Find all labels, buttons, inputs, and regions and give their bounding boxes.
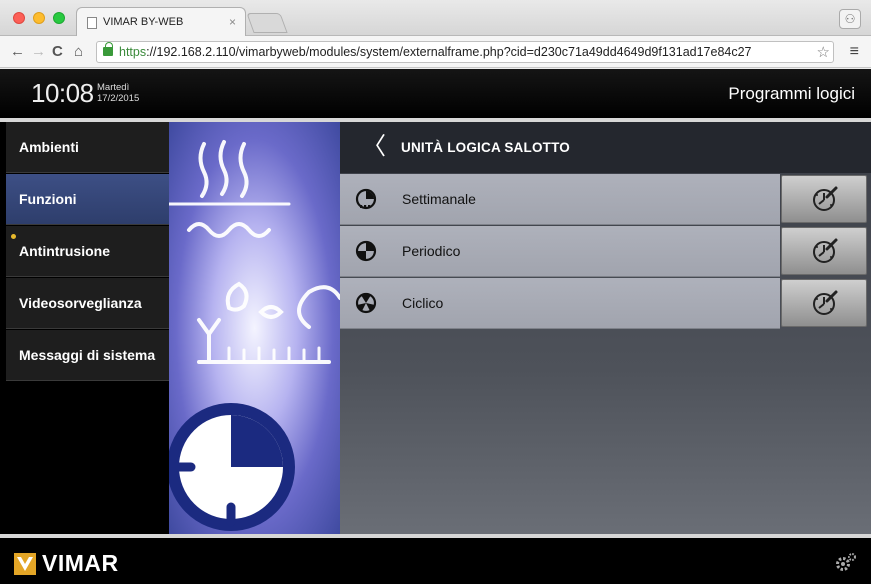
main-panel: 〈 UNITÀ LOGICA SALOTTO Settimanale Perio… <box>340 122 871 534</box>
page-doc-icon <box>87 17 97 29</box>
section-title: UNITÀ LOGICA SALOTTO <box>401 140 570 155</box>
weekly-program-icon <box>355 188 377 210</box>
sprinkler-arc <box>297 285 340 329</box>
sidebar-item-antintrusione[interactable]: Antintrusione <box>6 226 169 277</box>
sprout-stem <box>197 318 221 362</box>
water-drop <box>225 281 249 312</box>
sidebar-item-videosorveglianza[interactable]: Videosorveglianza <box>6 278 169 329</box>
footer: VIMAR <box>0 538 871 584</box>
browser-toolbar: ← → C ⌂ https://192.168.2.110/vimarbyweb… <box>0 36 871 68</box>
url-scheme: https <box>119 45 147 59</box>
heat-wave-1 <box>198 142 209 198</box>
forward-arrow-icon[interactable]: → <box>31 43 46 61</box>
list-item-label: Settimanale <box>402 191 476 207</box>
browser-tab[interactable]: VIMAR BY-WEB × <box>76 7 246 37</box>
clock-date: 17/2/2015 <box>97 93 140 104</box>
main-header: 〈 UNITÀ LOGICA SALOTTO <box>340 122 871 173</box>
edit-program-button[interactable] <box>781 175 867 223</box>
clock-edit-icon <box>813 186 838 211</box>
list-item-label: Periodico <box>402 243 461 259</box>
alert-dot-icon <box>11 234 16 239</box>
clock-illustration <box>169 403 295 531</box>
tab-title: VIMAR BY-WEB <box>103 16 184 28</box>
list-item-body[interactable]: Settimanale <box>340 174 780 225</box>
app-header: 10:08 Martedì 17/2/2015 Programmi logici <box>0 69 871 118</box>
heat-wave-2 <box>218 140 229 196</box>
tab-close-icon[interactable]: × <box>229 15 236 29</box>
list-item-ciclico[interactable]: Ciclico <box>340 278 871 329</box>
grass-ticks <box>227 346 321 364</box>
periodic-program-icon <box>355 240 377 262</box>
sidebar-item-funzioni[interactable]: Funzioni <box>6 174 169 225</box>
sidebar-item-messaggi[interactable]: Messaggi di sistema <box>6 330 169 381</box>
back-arrow-icon[interactable]: ← <box>10 43 25 61</box>
vimar-logo-icon <box>14 553 36 575</box>
bookmark-star-icon[interactable]: ☆ <box>817 43 830 61</box>
edit-program-button[interactable] <box>781 279 867 327</box>
list-item-body[interactable]: Ciclico <box>340 278 780 329</box>
address-bar[interactable]: https://192.168.2.110/vimarbyweb/modules… <box>96 41 834 63</box>
list-item-label: Ciclico <box>402 295 444 311</box>
new-tab-button[interactable] <box>246 13 288 33</box>
window-minimize-button[interactable] <box>33 12 45 24</box>
clock-day: Martedì <box>97 82 130 93</box>
clock-edit-icon <box>813 290 838 315</box>
sidebar-item-label: Antintrusione <box>19 243 110 259</box>
sidebar-item-label: Videosorveglianza <box>19 295 142 311</box>
water-wave <box>187 222 271 238</box>
window-zoom-button[interactable] <box>53 12 65 24</box>
leaf-shape <box>258 305 284 319</box>
sidebar: Ambienti Funzioni Antintrusione Videosor… <box>6 122 169 534</box>
list-item-body[interactable]: Periodico <box>340 226 780 277</box>
list-item-settimanale[interactable]: Settimanale <box>340 174 871 225</box>
cyclic-program-icon <box>355 292 377 314</box>
heat-wave-3 <box>238 142 249 198</box>
reload-icon[interactable]: C <box>52 43 63 61</box>
lock-icon <box>103 42 113 56</box>
url-text: https://192.168.2.110/vimarbyweb/modules… <box>119 45 752 59</box>
sidebar-item-label: Messaggi di sistema <box>19 347 156 363</box>
functions-artwork <box>169 140 340 531</box>
sidebar-item-label: Funzioni <box>19 191 77 207</box>
edit-program-button[interactable] <box>781 227 867 275</box>
home-icon[interactable]: ⌂ <box>74 43 83 61</box>
browser-menu-icon[interactable]: ≡ <box>850 43 859 61</box>
sidebar-item-label: Ambienti <box>19 139 79 155</box>
window-close-button[interactable] <box>13 12 25 24</box>
settings-gear-icon[interactable] <box>835 552 857 572</box>
back-chevron-icon[interactable]: 〈 <box>362 134 386 160</box>
sidebar-item-ambienti[interactable]: Ambienti <box>6 122 169 173</box>
clock-time: 10:08 <box>31 78 94 108</box>
browser-tab-strip: VIMAR BY-WEB × ⚇ <box>0 0 871 37</box>
url-path: ://192.168.2.110/vimarbyweb/modules/syst… <box>146 45 752 59</box>
page-title: Programmi logici <box>728 84 855 103</box>
brand-logo-text: VIMAR <box>42 550 119 576</box>
functions-illustration <box>169 122 340 534</box>
profile-icon[interactable]: ⚇ <box>839 9 861 29</box>
clock-edit-icon <box>813 238 838 263</box>
list-item-periodico[interactable]: Periodico <box>340 226 871 277</box>
